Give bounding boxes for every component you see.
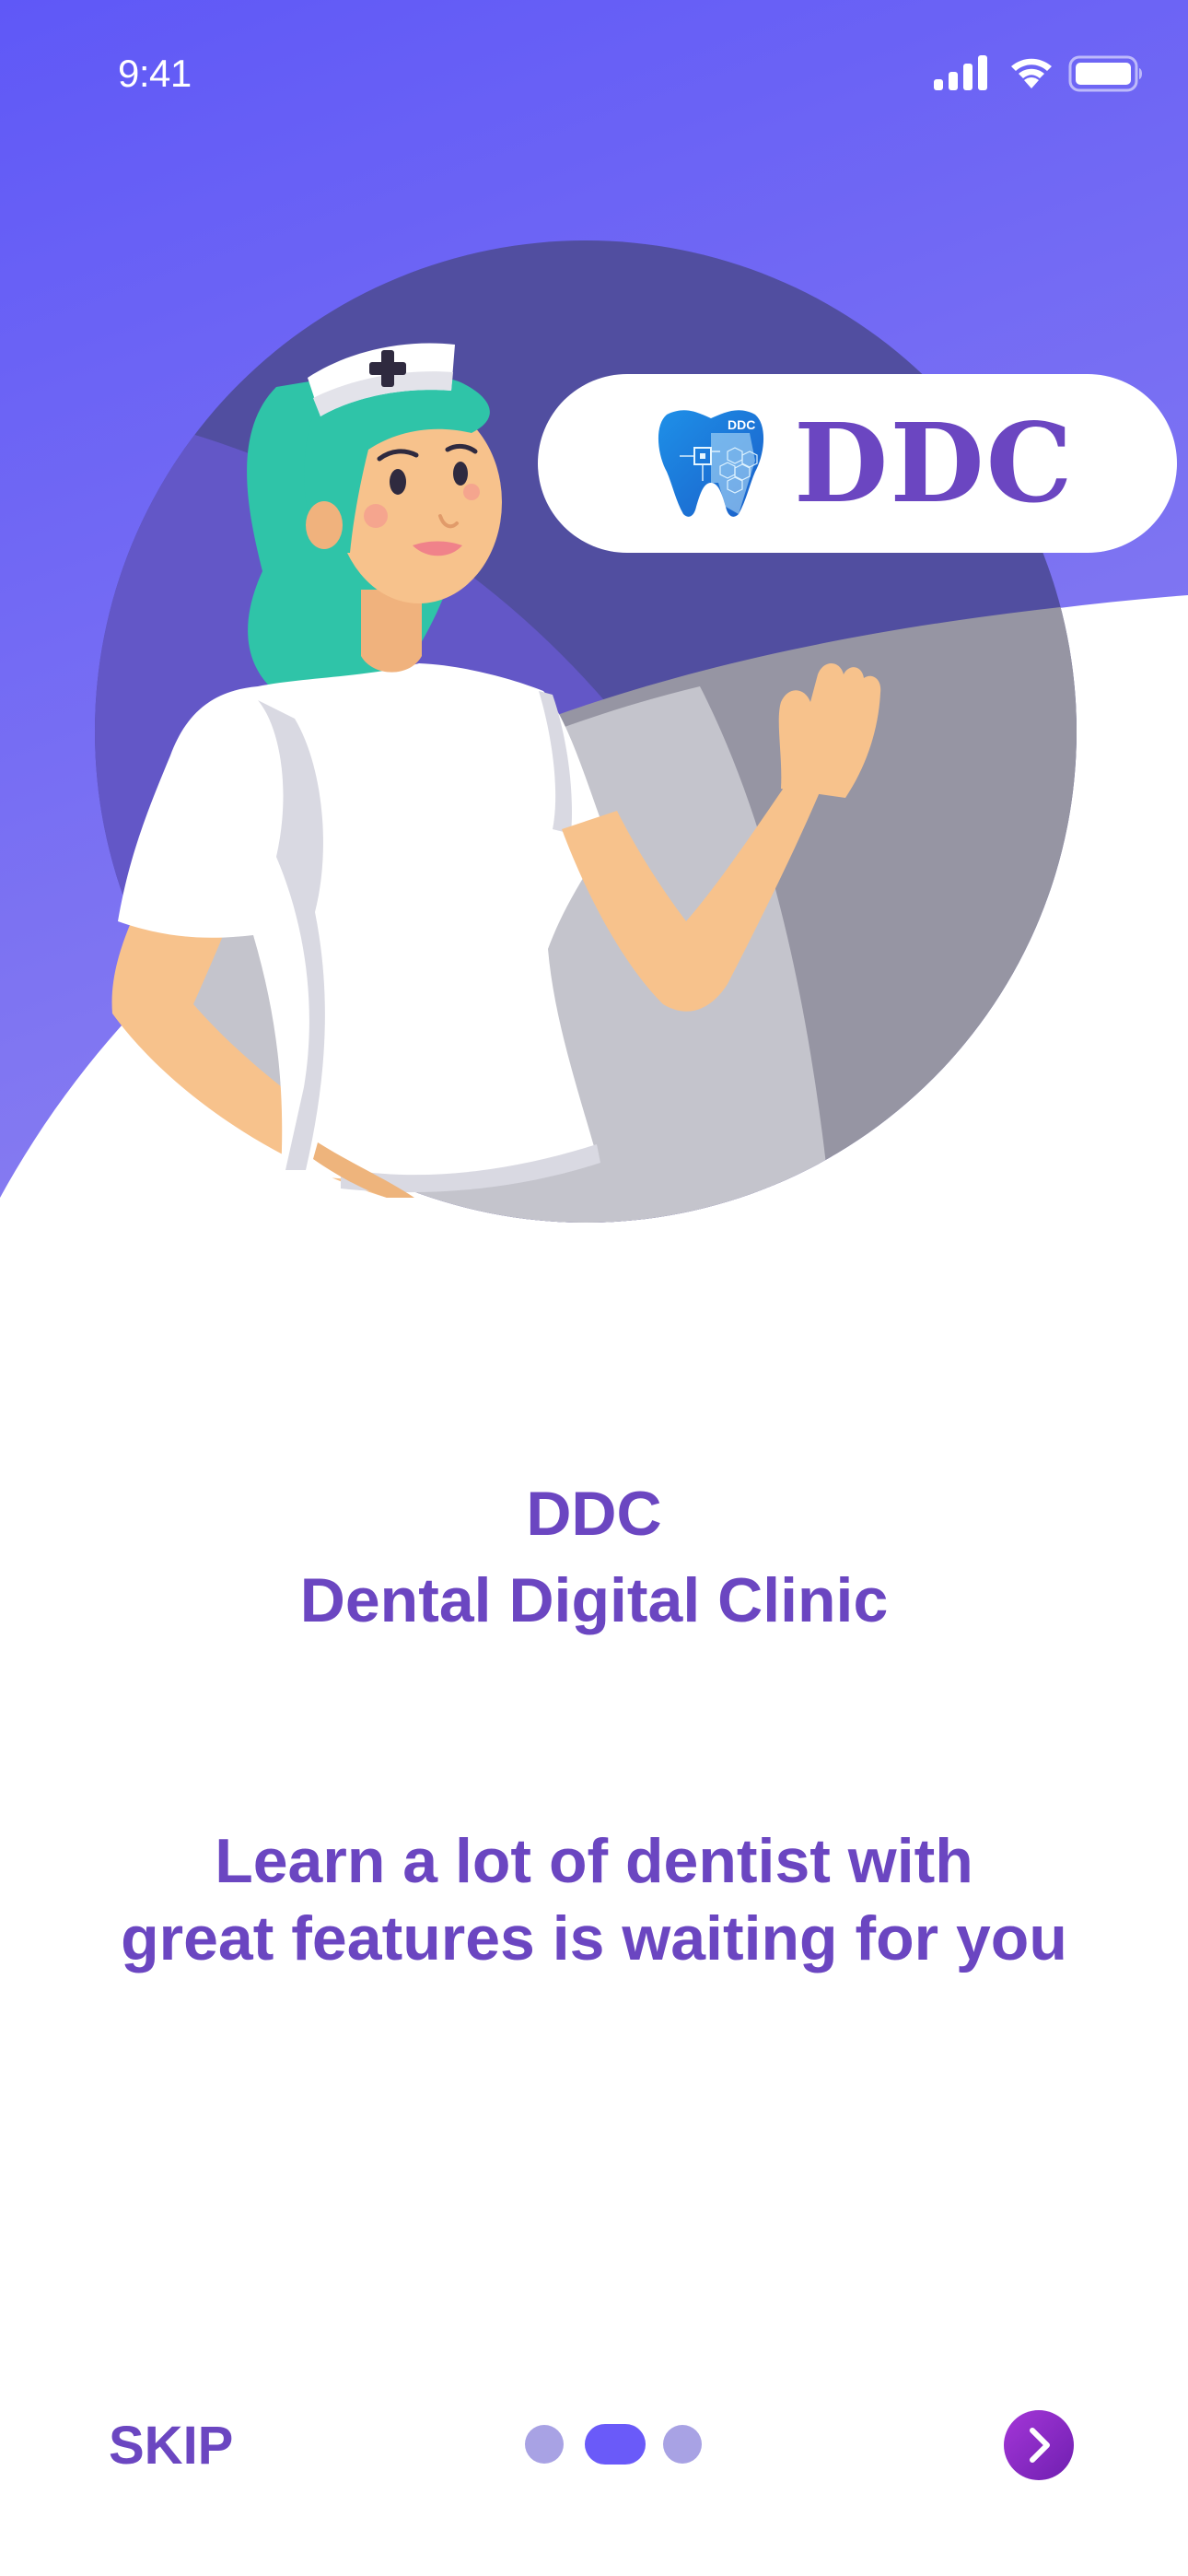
page-dot-1[interactable]	[525, 2425, 564, 2464]
next-button[interactable]	[1004, 2410, 1074, 2480]
chevron-right-icon	[1030, 2428, 1050, 2463]
tooth-icon: DDC	[658, 410, 764, 517]
app-subtitle: Dental Digital Clinic	[299, 1565, 889, 1635]
logo-wordmark: DDC	[794, 399, 1075, 527]
skip-button[interactable]: SKIP	[109, 2414, 233, 2478]
battery-icon	[1068, 55, 1142, 92]
page-dot-3[interactable]	[663, 2425, 702, 2464]
status-time: 9:41	[118, 52, 192, 95]
tagline-line-2: great features is waiting for you	[121, 1903, 1067, 1973]
logo-badge: DDC DDC	[538, 374, 1177, 553]
onboarding-screen: 9:41 DDC DDC DDC Dental Digital Clinic L…	[0, 0, 1188, 2576]
nurse-illustration	[95, 240, 1077, 1223]
onboarding-tagline: Learn a lot of dentist with great featur…	[18, 1822, 1170, 1977]
page-dot-2-active[interactable]	[585, 2424, 646, 2465]
tooth-badge-text: DDC	[728, 417, 755, 432]
signal-icon	[934, 55, 987, 90]
status-bar: 9:41	[0, 0, 1188, 147]
app-title: DDC	[526, 1479, 662, 1549]
tagline-line-1: Learn a lot of dentist with	[215, 1826, 973, 1896]
wifi-icon	[1011, 58, 1052, 88]
page-indicator	[525, 2424, 705, 2465]
